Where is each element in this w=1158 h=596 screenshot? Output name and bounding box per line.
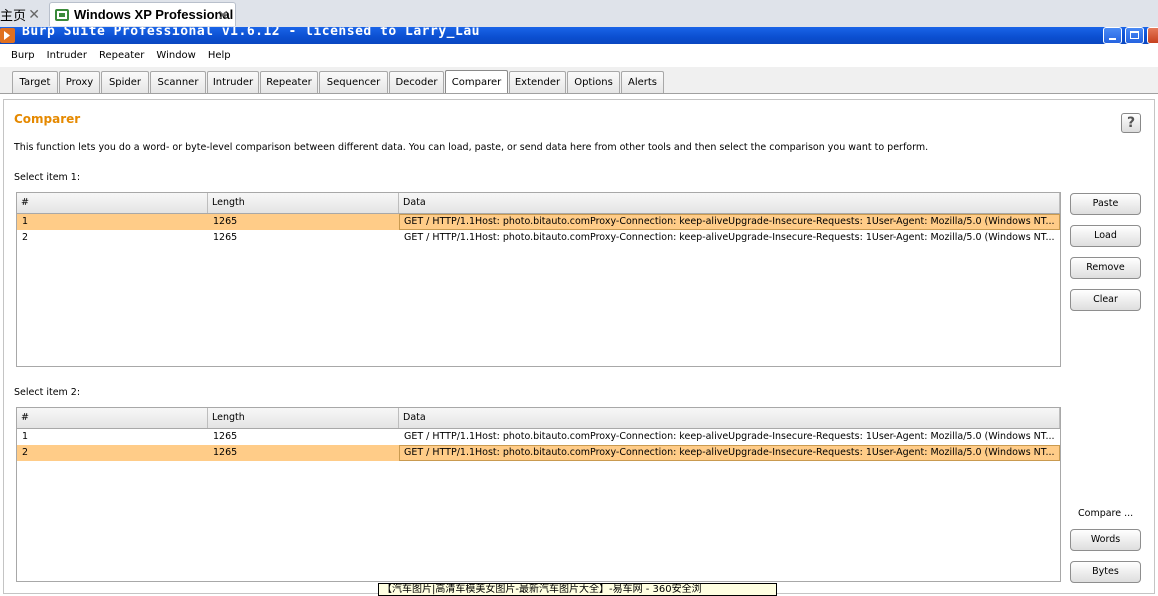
table-row[interactable]: 2 1265 GET / HTTP/1.1Host: photo.bitauto…	[17, 445, 1060, 461]
table-row[interactable]: 2 1265 GET / HTTP/1.1Host: photo.bitauto…	[17, 230, 1060, 246]
load-button[interactable]: Load	[1070, 225, 1141, 247]
select-item-2-label: Select item 2:	[14, 387, 81, 398]
menu-repeater[interactable]: Repeater	[93, 50, 150, 61]
host-tab-windows-xp[interactable]: Windows XP Professional ✕	[49, 2, 236, 26]
host-tab-home[interactable]: 主页 ✕	[0, 2, 44, 26]
tab-intruder[interactable]: Intruder	[207, 71, 259, 93]
minimize-button[interactable]	[1103, 27, 1122, 44]
tab-options[interactable]: Options	[567, 71, 620, 93]
compare-words-button[interactable]: Words	[1070, 529, 1141, 551]
taskbar-tooltip: 【汽车图片|高清车模美女图片-最新汽车图片大全】-易车网 - 360安全浏	[378, 583, 777, 596]
vm-icon	[55, 8, 69, 21]
menu-bar: Burp Intruder Repeater Window Help	[0, 44, 1158, 68]
column-header-length[interactable]: Length	[208, 408, 399, 428]
table-header: # Length Data	[17, 193, 1060, 214]
tab-scanner[interactable]: Scanner	[150, 71, 206, 93]
row-length: 1265	[213, 232, 238, 243]
maximize-button[interactable]	[1125, 27, 1144, 44]
item2-table[interactable]: # Length Data 1 1265 GET / HTTP/1.1Host:…	[16, 407, 1061, 582]
tab-sequencer[interactable]: Sequencer	[319, 71, 388, 93]
column-header-data[interactable]: Data	[399, 193, 1060, 213]
window-title: Burp Suite Professional v1.6.12 - licens…	[22, 27, 480, 39]
row-number: 1	[22, 431, 29, 442]
tab-comparer[interactable]: Comparer	[445, 70, 508, 93]
paste-button[interactable]: Paste	[1070, 193, 1141, 215]
burp-app-icon	[0, 28, 15, 43]
host-tab-label: Windows XP Professional	[74, 7, 234, 22]
host-tab-strip: 主页 ✕ Windows XP Professional ✕	[0, 0, 1158, 28]
close-icon[interactable]: ✕	[217, 7, 229, 24]
host-tab-label: 主页	[0, 7, 27, 23]
tab-spider[interactable]: Spider	[101, 71, 149, 93]
tab-decoder[interactable]: Decoder	[389, 71, 444, 93]
menu-burp[interactable]: Burp	[5, 50, 41, 61]
table-row[interactable]: 1 1265 GET / HTTP/1.1Host: photo.bitauto…	[17, 214, 1060, 230]
row-length: 1265	[213, 216, 238, 227]
row-number: 1	[22, 216, 29, 227]
menu-help[interactable]: Help	[202, 50, 237, 61]
row-length: 1265	[213, 431, 238, 442]
close-window-button[interactable]	[1147, 27, 1158, 44]
menu-window[interactable]: Window	[150, 50, 201, 61]
tab-repeater[interactable]: Repeater	[260, 71, 318, 93]
row-number: 2	[22, 232, 29, 243]
clear-button[interactable]: Clear	[1070, 289, 1141, 311]
row-data: GET / HTTP/1.1Host: photo.bitauto.comPro…	[399, 445, 1060, 461]
window-titlebar[interactable]: Burp Suite Professional v1.6.12 - licens…	[0, 27, 1158, 44]
remove-button[interactable]: Remove	[1070, 257, 1141, 279]
row-data: GET / HTTP/1.1Host: photo.bitauto.comPro…	[399, 214, 1060, 230]
column-header-number[interactable]: #	[17, 408, 208, 428]
compare-label: Compare ...	[1078, 508, 1134, 519]
compare-bytes-button[interactable]: Bytes	[1070, 561, 1141, 583]
menu-intruder[interactable]: Intruder	[41, 50, 93, 61]
tab-extender[interactable]: Extender	[509, 71, 566, 93]
row-length: 1265	[213, 447, 238, 458]
description-text: This function lets you do a word- or byt…	[14, 142, 929, 153]
tool-tab-bar: Target Proxy Spider Scanner Intruder Rep…	[0, 67, 1158, 94]
row-number: 2	[22, 447, 29, 458]
page-title: Comparer	[14, 112, 81, 126]
tab-proxy[interactable]: Proxy	[59, 71, 100, 93]
help-icon[interactable]: ?	[1121, 113, 1141, 133]
column-header-data[interactable]: Data	[399, 408, 1060, 428]
table-row[interactable]: 1 1265 GET / HTTP/1.1Host: photo.bitauto…	[17, 429, 1060, 445]
tab-alerts[interactable]: Alerts	[621, 71, 664, 93]
column-header-length[interactable]: Length	[208, 193, 399, 213]
column-header-number[interactable]: #	[17, 193, 208, 213]
tab-target[interactable]: Target	[12, 71, 58, 93]
item1-table[interactable]: # Length Data 1 1265 GET / HTTP/1.1Host:…	[16, 192, 1061, 367]
row-data: GET / HTTP/1.1Host: photo.bitauto.comPro…	[404, 431, 1055, 442]
close-icon[interactable]: ✕	[28, 6, 40, 23]
tab-bar-divider	[0, 93, 1158, 94]
table-header: # Length Data	[17, 408, 1060, 429]
row-data: GET / HTTP/1.1Host: photo.bitauto.comPro…	[404, 232, 1055, 243]
select-item-1-label: Select item 1:	[14, 172, 81, 183]
